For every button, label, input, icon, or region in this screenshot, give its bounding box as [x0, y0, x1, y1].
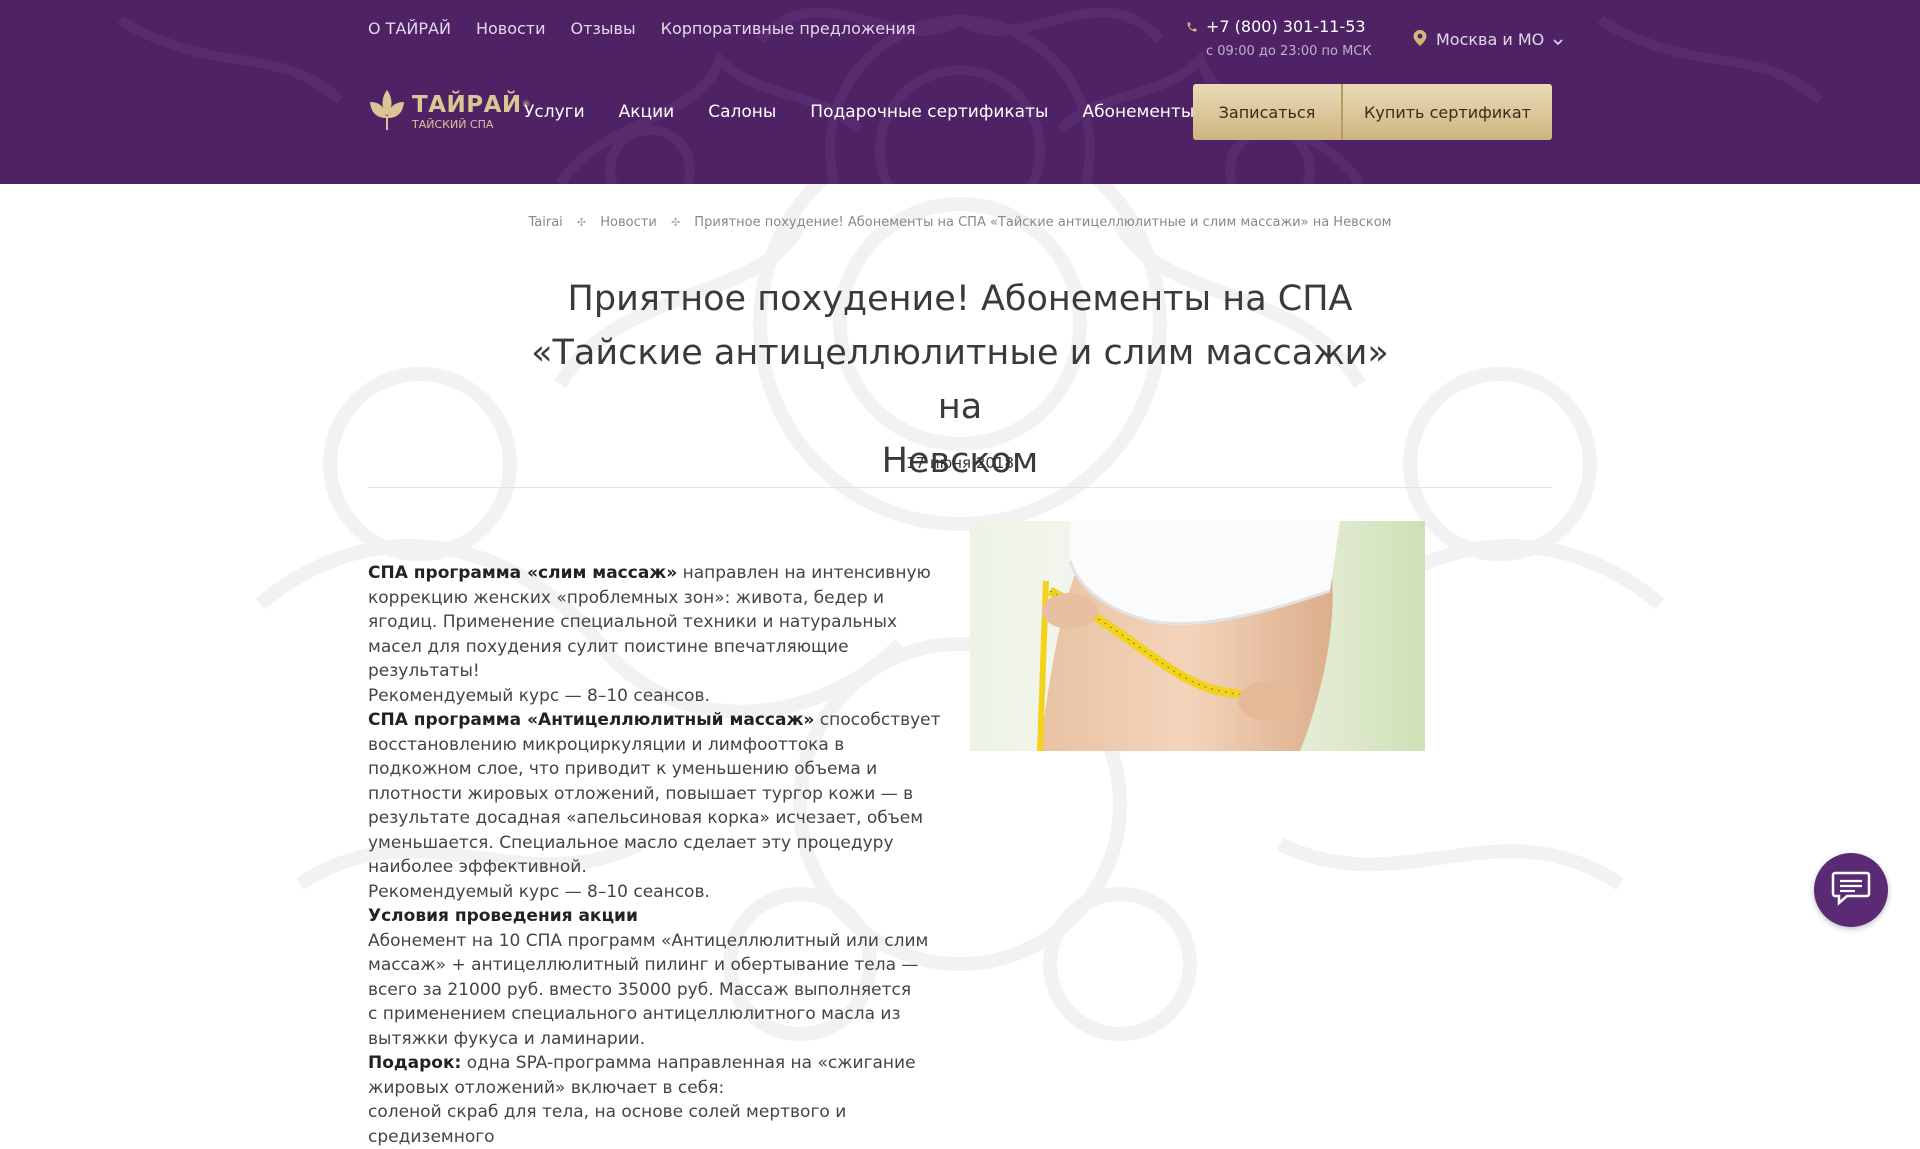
- paragraph-gift: Подарок: одна SPA-программа направленная…: [368, 1051, 950, 1100]
- header-ornament-pattern: [117, 7, 1824, 184]
- anticellulite-heading: СПА программа «Антицеллюлитный массаж»: [368, 710, 815, 730]
- city-name: Москва и МО: [1436, 30, 1545, 49]
- site-header: О ТАЙРАЙ Новости Отзывы Корпоративные пр…: [0, 0, 1920, 184]
- anticellulite-course: Рекомендуемый курс — 8–10 сеансов.: [368, 881, 710, 902]
- top-link-about[interactable]: О ТАЙРАЙ: [368, 18, 451, 40]
- chat-button[interactable]: [1814, 853, 1888, 927]
- leaf-separator-icon: ✣: [670, 216, 681, 229]
- nav-services[interactable]: Услуги: [524, 100, 585, 124]
- breadcrumb-news[interactable]: Новости: [600, 215, 657, 230]
- top-link-corporate[interactable]: Корпоративные предложения: [661, 18, 916, 40]
- article-photo-measuring-tape: [970, 521, 1425, 751]
- book-button[interactable]: Записаться: [1193, 84, 1341, 140]
- conditions-text-2: с применением специального антицеллюлитн…: [368, 1004, 901, 1049]
- publish-date: 17 июня 2018: [905, 454, 1014, 472]
- chat-bubble-icon: [1831, 870, 1871, 910]
- phone-block: +7 (800) 301-11-53 с 09:00 до 23:00 по М…: [1186, 16, 1372, 60]
- nav-salons[interactable]: Салоны: [708, 100, 776, 124]
- top-navigation: О ТАЙРАЙ Новости Отзывы Корпоративные пр…: [368, 18, 916, 40]
- top-link-reviews[interactable]: Отзывы: [571, 18, 636, 40]
- paragraph-anticellulite: СПА программа «Антицеллюлитный массаж» с…: [368, 708, 950, 880]
- top-link-news[interactable]: Новости: [476, 18, 546, 40]
- site-logo[interactable]: ТАЙРАЙ® ТАЙСКИЙ СПА: [368, 88, 531, 136]
- phone-number-link[interactable]: +7 (800) 301-11-53: [1206, 16, 1366, 38]
- nav-gift-certificates[interactable]: Подарочные сертификаты: [810, 100, 1048, 124]
- logo-subtitle: ТАЙСКИЙ СПА: [412, 117, 494, 131]
- nav-subscriptions[interactable]: Абонементы: [1082, 100, 1194, 124]
- logo-title: ТАЙРАЙ®: [412, 91, 532, 118]
- gift-heading: Подарок:: [368, 1053, 462, 1073]
- location-pin-icon: [1413, 30, 1427, 50]
- chevron-down-icon: [1553, 31, 1563, 50]
- anticellulite-text: способствует восстановлению микроциркуля…: [368, 710, 941, 877]
- main-navigation: Услуги Акции Салоны Подарочные сертифика…: [524, 100, 1194, 124]
- breadcrumb-current: Приятное похудение! Абонементы на СПА «Т…: [694, 215, 1392, 230]
- title-line-2: «Тайские антицеллюлитные и слим массажи»…: [531, 333, 1389, 427]
- gift-item: соленой скраб для тела, на основе солей …: [368, 1102, 847, 1147]
- title-divider: [368, 487, 1552, 488]
- conditions-heading: Условия проведения акции: [368, 906, 638, 926]
- lotus-leaves-icon: [368, 88, 406, 136]
- paragraph-slim-massage: СПА программа «слим массаж» направлен на…: [368, 561, 950, 684]
- breadcrumb-home[interactable]: Tairai: [528, 215, 562, 230]
- leaf-separator-icon: ✣: [576, 216, 587, 229]
- article-body: СПА программа «слим массаж» направлен на…: [368, 561, 950, 1149]
- slim-course: Рекомендуемый курс — 8–10 сеансов.: [368, 685, 710, 706]
- buy-certificate-button[interactable]: Купить сертификат: [1343, 84, 1552, 140]
- conditions-text-1: Абонемент на 10 СПА программ «Антицеллюл…: [368, 930, 929, 1000]
- phone-hours: с 09:00 до 23:00 по МСК: [1206, 44, 1372, 59]
- slim-massage-heading: СПА программа «слим массаж»: [368, 563, 678, 583]
- phone-icon: [1186, 18, 1198, 37]
- title-line-1: Приятное похудение! Абонементы на СПА: [567, 279, 1353, 319]
- nav-promotions[interactable]: Акции: [619, 100, 675, 124]
- breadcrumb: Tairai ✣ Новости ✣ Приятное похудение! А…: [0, 215, 1920, 230]
- city-selector[interactable]: Москва и МО: [1413, 29, 1563, 51]
